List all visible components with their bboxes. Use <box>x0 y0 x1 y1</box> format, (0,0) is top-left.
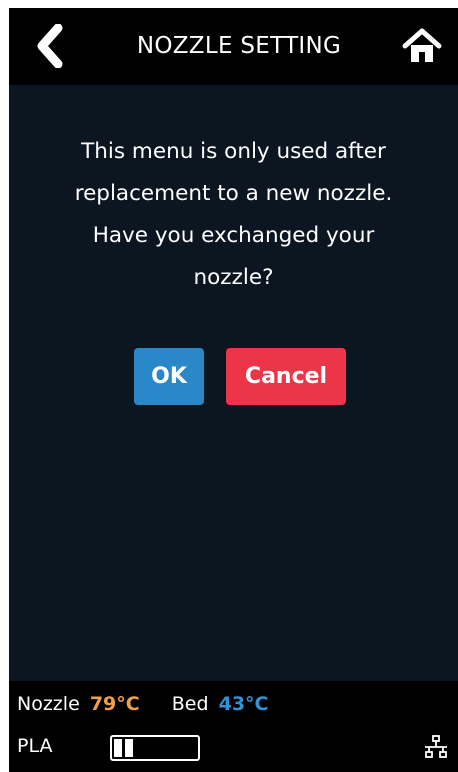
filament-level-segment <box>114 739 122 757</box>
bed-label: Bed <box>171 693 209 715</box>
chevron-left-icon <box>37 24 63 68</box>
ok-button[interactable]: OK <box>134 348 204 405</box>
cancel-button[interactable]: Cancel <box>226 348 346 405</box>
status-bar: Nozzle 79°C Bed 43°C PLA <box>9 681 458 772</box>
message-line: This menu is only used after <box>81 139 386 164</box>
bed-temperature: 43°C <box>218 693 269 715</box>
header-bar: NOZZLE SETTING <box>9 8 458 85</box>
nozzle-label: Nozzle <box>17 693 80 715</box>
page-title: NOZZLE SETTING <box>136 33 342 59</box>
material-label: PLA <box>17 735 53 757</box>
nozzle-temperature: 79°C <box>89 693 140 715</box>
back-button[interactable] <box>29 22 69 70</box>
message-line: nozzle? <box>193 265 274 290</box>
filament-level-bar <box>110 735 200 761</box>
filament-level-segment <box>125 739 133 757</box>
home-button[interactable] <box>400 24 444 68</box>
home-icon <box>402 28 442 62</box>
network-icon <box>425 735 447 758</box>
confirmation-message: This menu is only used after replacement… <box>39 131 428 299</box>
filament-level-fill <box>114 739 133 757</box>
message-line: replacement to a new nozzle. <box>74 181 393 206</box>
printer-screen: NOZZLE SETTING This menu is only used af… <box>9 8 458 772</box>
dialog-area: This menu is only used after replacement… <box>9 85 458 681</box>
message-line: Have you exchanged your <box>92 223 375 248</box>
temperature-row: Nozzle 79°C Bed 43°C <box>17 693 268 723</box>
